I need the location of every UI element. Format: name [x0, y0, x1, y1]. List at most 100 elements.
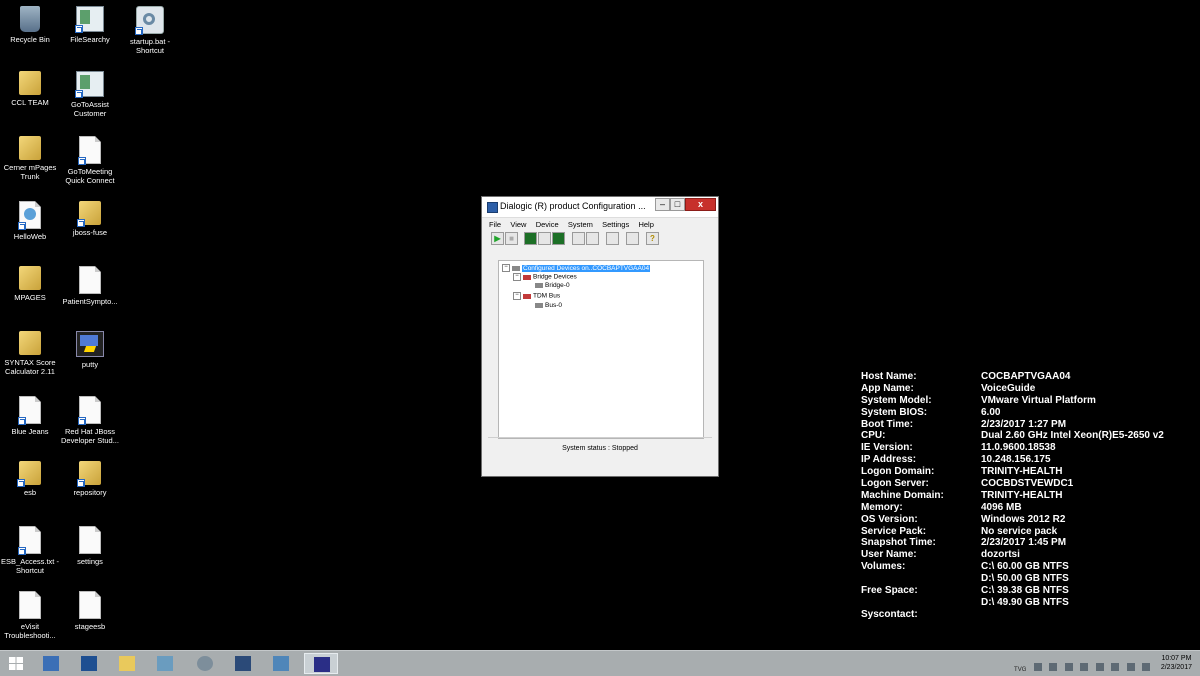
collapse-icon[interactable]: −: [513, 273, 521, 281]
collapse-icon[interactable]: −: [502, 264, 510, 272]
desktop-icon-patientsympto[interactable]: PatientSympto...: [60, 266, 120, 306]
desktop-icon-label: ESB_Access.txt - Shortcut: [1, 557, 59, 575]
desktop-icon-esb[interactable]: esb: [0, 461, 60, 497]
dialogic-config-window[interactable]: Dialogic (R) product Configuration ... –…: [481, 196, 719, 477]
file-icon: [79, 526, 101, 554]
network-icon[interactable]: [1111, 663, 1120, 671]
start-device-button[interactable]: [524, 232, 537, 245]
sysinfo-label: Volumes:: [861, 561, 906, 573]
sysinfo-value: D:\ 49.90 GB NTFS: [981, 596, 1069, 608]
desktop-icon-red-hat-jboss[interactable]: Red Hat JBoss Developer Stud...: [60, 396, 120, 445]
taskbar-remote-desktop[interactable]: [264, 653, 298, 674]
sysinfo-value: VMware Virtual Platform: [981, 394, 1096, 406]
menu-view[interactable]: View: [510, 220, 526, 229]
maximize-button[interactable]: □: [670, 198, 685, 211]
desktop-icon-label: Red Hat JBoss Developer Stud...: [61, 427, 119, 445]
tree-node-root[interactable]: − Configured Devices on..COCBAPTVGAA04: [502, 264, 651, 273]
file-icon: [18, 396, 41, 425]
shortcut-arrow-icon: [18, 222, 26, 230]
taskbar-network-app[interactable]: [226, 653, 260, 674]
desktop-icon-mpages[interactable]: MPAGES: [0, 266, 60, 302]
window-titlebar[interactable]: Dialogic (R) product Configuration ... –…: [482, 197, 718, 218]
stop-system-button[interactable]: ■: [505, 232, 518, 245]
app-icon: [75, 71, 104, 98]
desktop-icon-label: MPAGES: [14, 293, 46, 302]
network-status-icon[interactable]: [1033, 663, 1042, 671]
desktop-icon-syntax-score[interactable]: SYNTAX Score Calculator 2.11: [0, 331, 60, 376]
clock-date: 2/23/2017: [1160, 664, 1192, 671]
desktop-icon-repository[interactable]: repository: [60, 461, 120, 497]
app-window-icon: [487, 202, 498, 213]
desktop-icon-label: Recycle Bin: [10, 35, 50, 44]
disabled-tool-2-button[interactable]: [586, 232, 599, 245]
tree-node-tdm-bus[interactable]: − TDM Bus: [513, 292, 560, 301]
refresh-button[interactable]: [606, 232, 619, 245]
taskbar-gear-app[interactable]: [188, 653, 222, 674]
flag-icon[interactable]: [1142, 663, 1150, 671]
properties-button[interactable]: [626, 232, 639, 245]
taskbar-app[interactable]: [148, 653, 182, 674]
shortcut-arrow-icon: [18, 417, 26, 425]
globe-icon: [24, 208, 36, 220]
taskbar-clock[interactable]: 10:07 PM 2/23/2017: [1161, 654, 1192, 672]
desktop-icon-filesearchy[interactable]: FileSearchy: [60, 6, 120, 44]
shield-icon[interactable]: [1064, 663, 1073, 671]
minimize-button[interactable]: –: [655, 198, 670, 211]
help-button[interactable]: ?: [646, 232, 659, 245]
disabled-tool-1-button[interactable]: [572, 232, 585, 245]
sysinfo-label: Host Name:: [861, 371, 917, 382]
restart-device-button[interactable]: [552, 232, 565, 245]
collapse-icon[interactable]: −: [513, 292, 521, 300]
sysinfo-label: IE Version:: [861, 442, 913, 454]
desktop-icon-gotoassist[interactable]: GoToAssist Customer: [60, 71, 120, 118]
sysinfo-value: 4096 MB: [981, 501, 1022, 513]
taskbar-dialogic-app[interactable]: [304, 653, 338, 674]
tree-node-bus-0[interactable]: Bus-0: [535, 302, 562, 310]
speaker-icon[interactable]: [1126, 663, 1135, 671]
tree-node-bridge-devices[interactable]: − Bridge Devices: [513, 273, 577, 282]
start-system-button[interactable]: ▶: [491, 232, 504, 245]
close-button[interactable]: x: [685, 198, 716, 211]
sysinfo-value: Windows 2012 R2: [981, 513, 1066, 525]
app-icon: [75, 6, 104, 33]
desktop-icon-gotomeeting[interactable]: GoToMeeting Quick Connect: [60, 136, 120, 185]
taskbar-file-explorer[interactable]: [110, 653, 144, 674]
device-tree[interactable]: − Configured Devices on..COCBAPTVGAA04 − B…: [498, 260, 704, 439]
menu-help[interactable]: Help: [638, 220, 653, 229]
app-tray-icon[interactable]: [1095, 663, 1104, 671]
folder-icon: [19, 266, 41, 290]
taskbar-server-manager[interactable]: [34, 653, 68, 674]
file-icon: [78, 396, 101, 425]
computer-icon: [512, 265, 520, 271]
desktop-icon-startup-bat[interactable]: startup.bat - Shortcut: [120, 6, 180, 55]
menu-system[interactable]: System: [568, 220, 593, 229]
tree-node-bridge-0[interactable]: Bridge-0: [535, 282, 570, 290]
sysinfo-value: No service pack: [981, 525, 1058, 537]
tray-label: TVG: [1014, 667, 1027, 673]
desktop-icon-esb-access[interactable]: ESB_Access.txt - Shortcut: [0, 526, 60, 575]
desktop-icon-blue-jeans[interactable]: Blue Jeans: [0, 396, 60, 436]
taskbar-powershell[interactable]: [72, 653, 106, 674]
desktop-icon-stageesb[interactable]: stageesb: [60, 591, 120, 631]
menu-device[interactable]: Device: [536, 220, 559, 229]
desktop-icon-jboss-fuse[interactable]: jboss-fuse: [60, 201, 120, 237]
desktop-icon-settings[interactable]: settings: [60, 526, 120, 566]
remote-desktop-icon: [273, 656, 289, 671]
desktop-icon-evisit[interactable]: eVisit Troubleshooti...: [0, 591, 60, 640]
desktop-icon-label: HelloWeb: [13, 232, 47, 241]
desktop-icon-label: Cerner mPages Trunk: [3, 163, 57, 181]
monitor-icon[interactable]: [1049, 663, 1058, 671]
device-group-icon: [523, 293, 531, 299]
desktop-icon-putty[interactable]: putty: [60, 331, 120, 369]
menu-settings[interactable]: Settings: [602, 220, 629, 229]
start-button[interactable]: [0, 653, 34, 674]
disk-icon[interactable]: [1080, 663, 1089, 671]
menu-file[interactable]: File: [489, 220, 501, 229]
desktop-icon-ccl-team[interactable]: CCL TEAM: [0, 71, 60, 107]
desktop-icon-cerner-mpages[interactable]: Cerner mPages Trunk: [0, 136, 60, 181]
shortcut-arrow-icon: [75, 90, 83, 98]
desktop-icon-helloweb[interactable]: HelloWeb: [0, 201, 60, 241]
desktop-icon-recycle-bin[interactable]: Recycle Bin: [0, 6, 60, 44]
stop-device-button[interactable]: [538, 232, 551, 245]
desktop-icon-label: GoToMeeting Quick Connect: [65, 167, 115, 185]
